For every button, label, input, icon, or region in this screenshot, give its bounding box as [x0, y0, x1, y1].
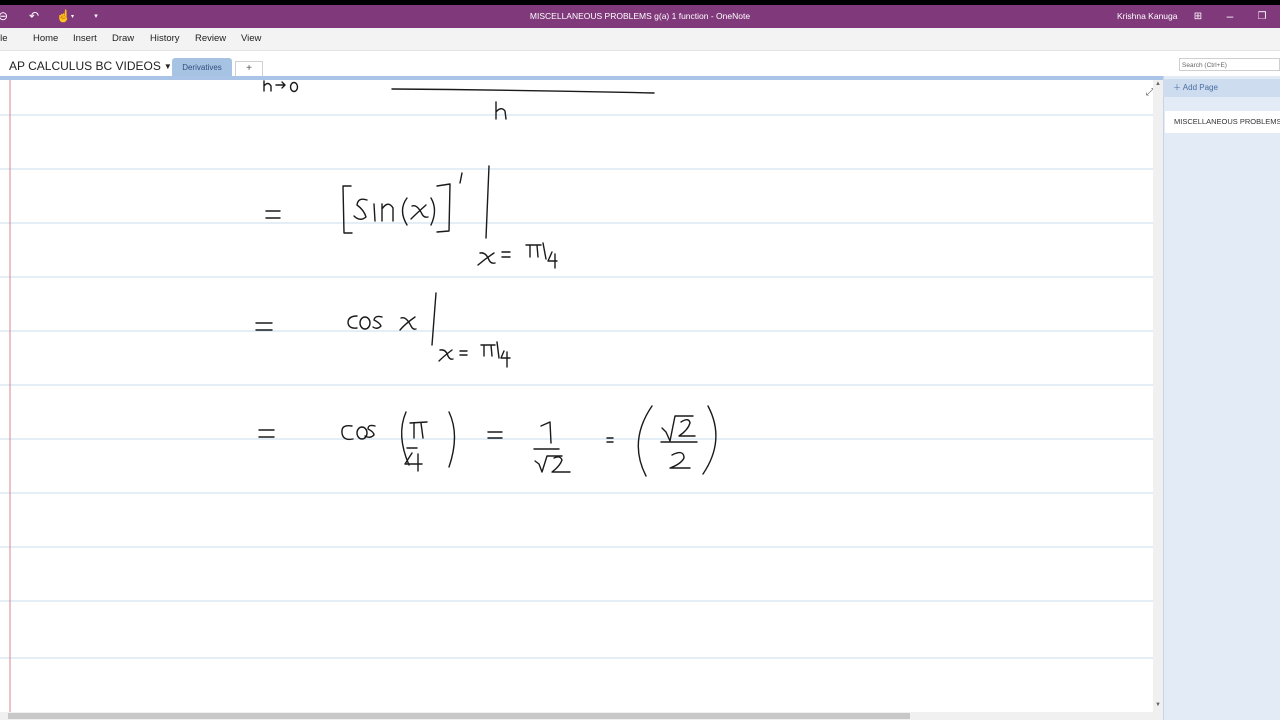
- notebook-selector[interactable]: AP CALCULUS BC VIDEOS ▼: [9, 59, 172, 73]
- horizontal-scrollbar[interactable]: [0, 712, 1163, 720]
- vertical-scrollbar[interactable]: ▲ ▼: [1153, 80, 1163, 712]
- scroll-down-icon[interactable]: ▼: [1153, 702, 1163, 708]
- title-bar: ⊖ ↶ ☝ ▾ ▾ MISCELLANEOUS PROBLEMS g(a) 1 f…: [0, 5, 1280, 28]
- user-name[interactable]: Krishna Kanuga: [1117, 11, 1178, 21]
- tab-draw[interactable]: Draw: [112, 33, 134, 44]
- restore-icon[interactable]: ❐: [1253, 7, 1271, 25]
- handwritten-ink-layer: [0, 80, 1153, 712]
- handwritten-math: [255, 80, 717, 477]
- pages-pane: [1163, 76, 1280, 720]
- page-item-miscellaneous-problems[interactable]: MISCELLANEOUS PROBLEMS: [1165, 111, 1280, 133]
- tab-review[interactable]: Review: [195, 33, 226, 44]
- section-tab-derivatives[interactable]: Derivatives: [172, 58, 232, 77]
- tab-file[interactable]: ile: [0, 33, 8, 44]
- tab-history[interactable]: History: [150, 33, 180, 44]
- tab-insert[interactable]: Insert: [73, 33, 97, 44]
- add-section-button[interactable]: +: [235, 61, 263, 77]
- search-input[interactable]: Search (Ctrl+E): [1179, 58, 1280, 71]
- tab-home[interactable]: Home: [33, 33, 58, 44]
- scroll-up-icon[interactable]: ▲: [1153, 81, 1163, 87]
- horizontal-scroll-thumb[interactable]: [8, 713, 910, 719]
- window-title: MISCELLANEOUS PROBLEMS g(a) 1 function -…: [529, 11, 751, 21]
- ruled-lines: [0, 114, 1153, 659]
- plus-icon: ＋: [1173, 83, 1183, 92]
- tab-view[interactable]: View: [241, 33, 261, 44]
- note-page-canvas[interactable]: [0, 80, 1153, 712]
- ribbon-display-icon[interactable]: ⊞: [1189, 7, 1207, 25]
- minimize-icon[interactable]: –: [1221, 7, 1239, 25]
- ribbon-tabs: ile Home Insert Draw History Review View: [0, 28, 1280, 51]
- chevron-down-icon: ▼: [163, 62, 172, 71]
- notebook-name: AP CALCULUS BC VIDEOS: [9, 59, 161, 73]
- add-page-button[interactable]: ＋ Add Page: [1163, 79, 1280, 97]
- add-page-label: Add Page: [1182, 83, 1218, 92]
